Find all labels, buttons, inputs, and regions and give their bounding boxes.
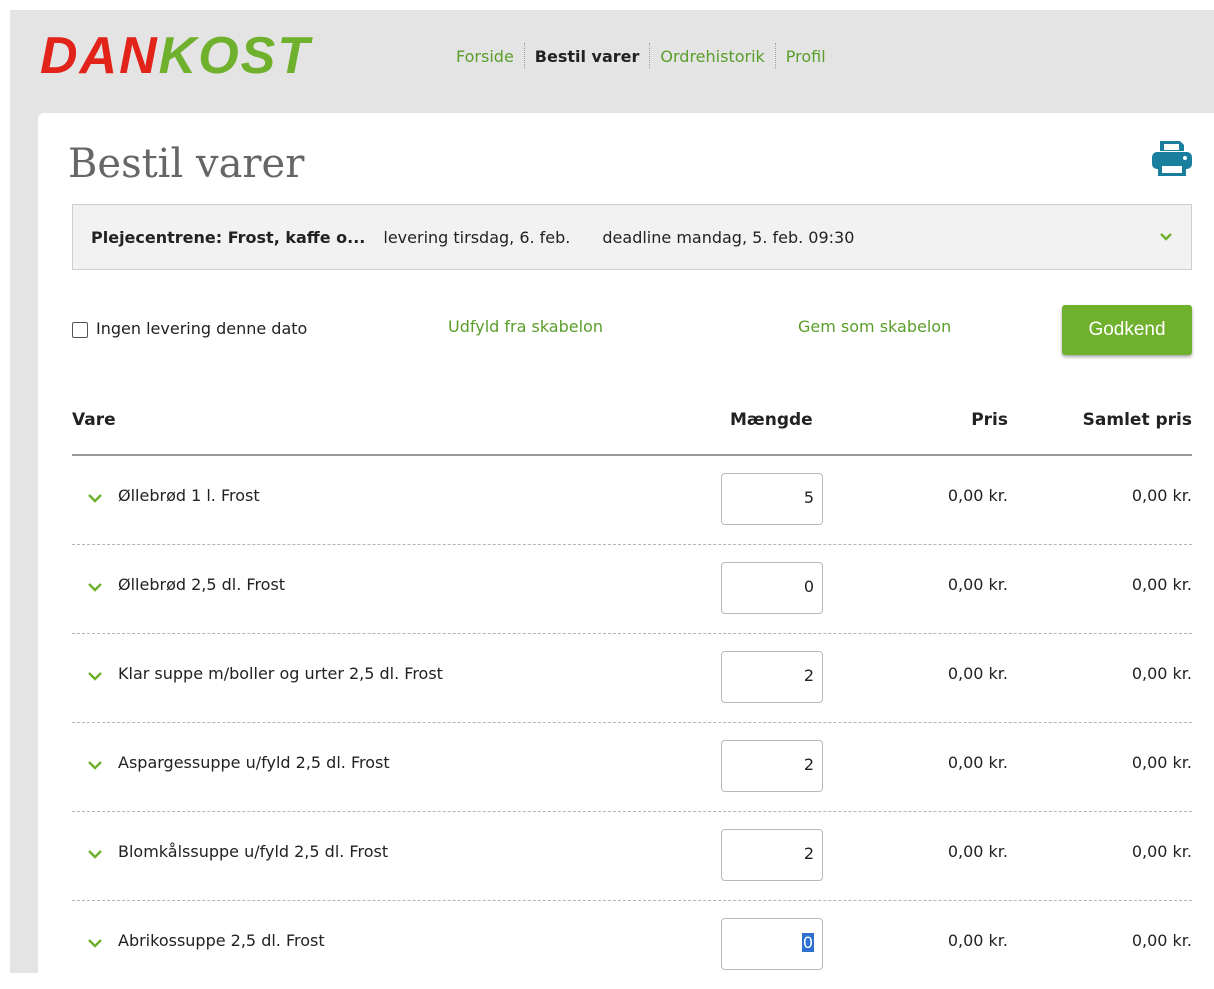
quantity-input[interactable]: 2 <box>721 740 823 792</box>
quantity-value: 5 <box>803 488 814 507</box>
unit-price: 0,00 kr. <box>947 664 1008 683</box>
chevron-down-icon[interactable] <box>88 938 102 948</box>
no-delivery-label: Ingen levering denne dato <box>96 319 308 338</box>
product-name: Øllebrød 1 l. Frost <box>118 486 260 505</box>
table-row: Øllebrød 1 l. Frost 5 0,00 kr. 0,00 kr. <box>72 456 1192 545</box>
column-header-quantity: Mængde <box>730 410 813 430</box>
table-row: Blomkålssuppe u/fyld 2,5 dl. Frost 2 0,0… <box>72 812 1192 901</box>
logo-part-kost: KOST <box>158 27 312 85</box>
quantity-input[interactable]: 0 <box>721 918 823 970</box>
page-title: Bestil varer <box>68 141 305 187</box>
product-name: Abrikossuppe 2,5 dl. Frost <box>118 931 325 950</box>
order-lines: Øllebrød 1 l. Frost 5 0,00 kr. 0,00 kr. … <box>72 456 1192 989</box>
nav-forside[interactable]: Forside <box>456 47 524 66</box>
column-header-price: Pris <box>971 410 1008 430</box>
product-name: Blomkålssuppe u/fyld 2,5 dl. Frost <box>118 842 389 861</box>
table-row: Klar suppe m/boller og urter 2,5 dl. Fro… <box>72 634 1192 723</box>
line-total: 0,00 kr. <box>1131 575 1192 594</box>
printer-icon[interactable] <box>1150 139 1194 177</box>
nav-profil[interactable]: Profil <box>776 47 836 66</box>
column-header-item: Vare <box>72 410 116 430</box>
table-row: Øllebrød 2,5 dl. Frost 0 0,00 kr. 0,00 k… <box>72 545 1192 634</box>
order-actions: Ingen levering denne dato Udfyld fra ska… <box>72 305 1194 355</box>
unit-price: 0,00 kr. <box>947 486 1008 505</box>
line-total: 0,00 kr. <box>1131 931 1192 950</box>
chevron-down-icon[interactable] <box>88 582 102 592</box>
main-nav: Forside Bestil varer Ordrehistorik Profi… <box>456 43 836 69</box>
dankost-logo[interactable]: DANKOST <box>40 26 311 86</box>
chevron-down-icon[interactable] <box>88 671 102 681</box>
line-total: 0,00 kr. <box>1131 842 1192 861</box>
line-total: 0,00 kr. <box>1131 486 1192 505</box>
table-row: Abrikossuppe 2,5 dl. Frost 0 0,00 kr. 0,… <box>72 901 1192 989</box>
order-deadline: deadline mandag, 5. feb. 09:30 <box>602 227 855 247</box>
table-row: Aspargessuppe u/fyld 2,5 dl. Frost 2 0,0… <box>72 723 1192 812</box>
delivery-selector[interactable]: Plejecentrene: Frost, kaffe o... leverin… <box>72 204 1192 270</box>
chevron-down-icon[interactable] <box>88 760 102 770</box>
fill-from-template-link[interactable]: Udfyld fra skabelon <box>448 317 603 336</box>
quantity-input[interactable]: 2 <box>721 651 823 703</box>
product-name: Aspargessuppe u/fyld 2,5 dl. Frost <box>118 753 390 772</box>
unit-price: 0,00 kr. <box>947 842 1008 861</box>
quantity-value: 2 <box>803 666 814 685</box>
delivery-date: levering tirsdag, 6. feb. <box>383 227 571 247</box>
column-header-total: Samlet pris <box>1082 410 1192 430</box>
chevron-down-icon[interactable] <box>88 493 102 503</box>
quantity-value: 0 <box>801 933 814 952</box>
chevron-down-icon[interactable] <box>88 849 102 859</box>
save-as-template-link[interactable]: Gem som skabelon <box>798 317 951 336</box>
logo-part-dan: DAN <box>40 27 159 85</box>
customer-group: Plejecentrene: Frost, kaffe o... <box>91 227 366 247</box>
unit-price: 0,00 kr. <box>947 753 1008 772</box>
approve-button[interactable]: Godkend <box>1062 305 1192 355</box>
quantity-value: 0 <box>803 577 814 596</box>
quantity-input[interactable]: 5 <box>721 473 823 525</box>
quantity-input[interactable]: 0 <box>721 562 823 614</box>
unit-price: 0,00 kr. <box>947 575 1008 594</box>
quantity-value: 2 <box>803 844 814 863</box>
content-card: Bestil varer Plejecentrene: Frost, kaffe… <box>38 113 1214 973</box>
line-total: 0,00 kr. <box>1131 753 1192 772</box>
no-delivery-checkbox[interactable] <box>72 322 88 338</box>
unit-price: 0,00 kr. <box>947 931 1008 950</box>
line-total: 0,00 kr. <box>1131 664 1192 683</box>
table-header: Vare Mængde Pris Samlet pris <box>72 408 1192 456</box>
product-name: Klar suppe m/boller og urter 2,5 dl. Fro… <box>118 664 443 683</box>
product-name: Øllebrød 2,5 dl. Frost <box>118 575 286 594</box>
quantity-input[interactable]: 2 <box>721 829 823 881</box>
quantity-value: 2 <box>803 755 814 774</box>
nav-bestil-varer[interactable]: Bestil varer <box>525 47 650 66</box>
chevron-down-icon[interactable] <box>1159 229 1173 243</box>
nav-ordrehistorik[interactable]: Ordrehistorik <box>650 47 774 66</box>
